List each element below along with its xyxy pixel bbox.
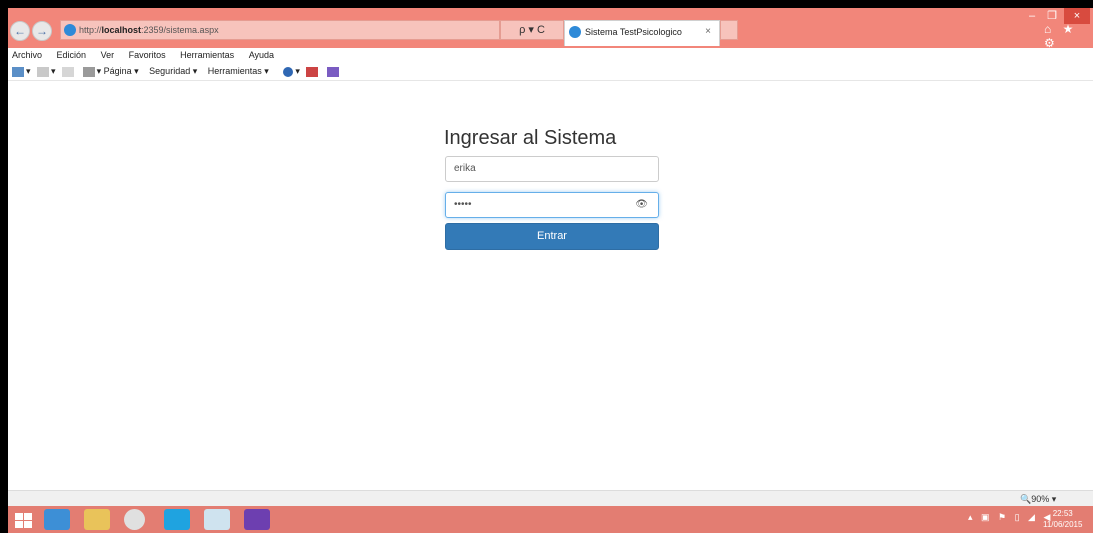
start-button[interactable] (10, 509, 36, 530)
password-field[interactable]: ••••• 👁 (445, 192, 659, 218)
tab-close-icon[interactable]: × (705, 21, 711, 43)
reveal-password-icon[interactable]: 👁 (635, 193, 648, 217)
clock[interactable]: 22:53 11/06/2015 (1043, 508, 1082, 530)
url-rest: :2359/sistema.aspx (141, 25, 219, 35)
chrome-icon[interactable] (124, 509, 145, 530)
addon-icon-1[interactable] (306, 66, 319, 77)
ie-page-icon (64, 24, 76, 36)
cmd-herramientas[interactable]: Herramientas ▾ (208, 66, 269, 76)
command-bar: ▾ ▾ ▾ Página ▾ Seguridad ▾ Herramientas … (8, 62, 1093, 81)
mail-icon[interactable] (62, 66, 75, 77)
forward-icon[interactable]: → (32, 21, 52, 41)
menu-herramientas[interactable]: Herramientas (180, 50, 234, 60)
visual-studio-icon[interactable] (244, 509, 270, 530)
menu-archivo[interactable]: Archivo (12, 50, 42, 60)
ie-taskbar-icon[interactable] (44, 509, 70, 530)
ie-tab-icon (569, 26, 581, 38)
windows-taskbar: ▴ ▣ ⚑ ▯ ◢ ◀ 22:53 11/06/2015 (8, 506, 1093, 533)
url-host: localhost (101, 25, 142, 35)
zoom-control[interactable]: 🔍90% ▾ (1020, 491, 1056, 507)
home-cmd-icon[interactable] (12, 66, 24, 77)
home-favorites-tools-icons[interactable]: ⌂ ★ ⚙ (1044, 22, 1093, 50)
file-explorer-icon[interactable] (84, 509, 110, 530)
menu-edicion[interactable]: Edición (57, 50, 87, 60)
print-icon[interactable] (82, 66, 95, 77)
clock-date: 11/06/2015 (1043, 520, 1083, 529)
cmd-seguridad[interactable]: Seguridad ▾ (149, 66, 197, 76)
login-title: Ingresar al Sistema (444, 127, 617, 149)
status-bar: 🔍90% ▾ (8, 490, 1093, 507)
tab-sistema-testpsicologico[interactable]: Sistema TestPsicologico × (564, 20, 720, 46)
back-icon[interactable]: ← (10, 21, 30, 41)
password-value: ••••• (454, 199, 472, 210)
page-content: Ingresar al Sistema erika ••••• 👁 Entrar (8, 81, 1093, 490)
menu-bar: Archivo Edición Ver Favoritos Herramient… (8, 48, 1093, 62)
menu-favoritos[interactable]: Favoritos (129, 50, 166, 60)
minimize-icon[interactable]: – (1022, 8, 1042, 24)
browser-titlebar: ← → http://localhost:2359/sistema.aspx ρ… (8, 8, 1093, 50)
new-tab-button[interactable] (720, 20, 738, 40)
app-icon[interactable] (204, 509, 230, 530)
username-value: erika (454, 163, 476, 174)
entrar-button[interactable]: Entrar (445, 223, 659, 250)
address-bar[interactable]: http://localhost:2359/sistema.aspx (60, 20, 500, 40)
addon-icon-2[interactable] (326, 66, 339, 77)
url-scheme: http:// (79, 25, 102, 35)
help-icon[interactable] (283, 66, 294, 77)
tab-title: Sistema TestPsicologico (585, 27, 682, 37)
system-tray-icons[interactable]: ▴ ▣ ⚑ ▯ ◢ ◀ (968, 512, 1053, 523)
clock-time: 22:53 (1052, 509, 1073, 518)
feeds-icon[interactable] (37, 66, 50, 77)
menu-ver[interactable]: Ver (101, 50, 115, 60)
username-field[interactable]: erika (445, 156, 659, 182)
skype-icon[interactable] (164, 509, 190, 530)
search-refresh-controls[interactable]: ρ ▾ C (500, 20, 564, 40)
cmd-pagina[interactable]: Página ▾ (104, 66, 139, 76)
menu-ayuda[interactable]: Ayuda (249, 50, 274, 60)
